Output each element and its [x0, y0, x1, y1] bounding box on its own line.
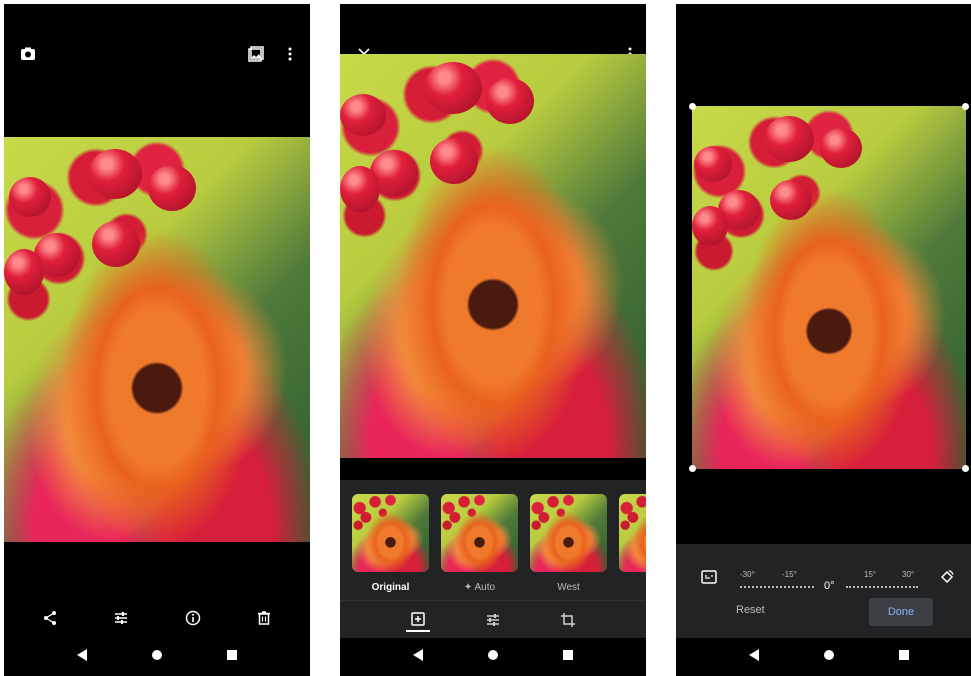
rotation-panel: -30° -15° 0° 15° 30° Reset Done: [676, 544, 971, 638]
rotation-dial-left[interactable]: [740, 586, 814, 588]
viewer-top-bar: [4, 44, 310, 68]
filter-thumbnail: [530, 494, 607, 572]
back-icon[interactable]: [748, 649, 759, 661]
filter-auto[interactable]: ✦ Auto: [441, 494, 518, 593]
screen-photo-viewer: [4, 4, 310, 676]
crop-rotate-tool-icon[interactable]: [556, 608, 580, 632]
edit-adjust-icon[interactable]: [109, 606, 133, 630]
filter-thumbnail: [441, 494, 518, 572]
rotation-tick: -15°: [782, 570, 797, 579]
camera-switch-icon[interactable]: [18, 44, 38, 64]
recents-icon[interactable]: [227, 650, 238, 660]
filter-label: Original: [371, 582, 410, 593]
share-icon[interactable]: [38, 606, 62, 630]
system-nav-bar: [340, 634, 646, 676]
delete-icon[interactable]: [252, 606, 276, 630]
gallery-icon[interactable]: [246, 44, 266, 64]
home-icon[interactable]: [151, 650, 162, 660]
back-icon[interactable]: [412, 649, 423, 661]
editor-tool-bar: [340, 600, 646, 638]
rotation-value: 0°: [824, 580, 835, 592]
filter-label: Auto: [474, 582, 496, 593]
filter-original[interactable]: Original: [352, 494, 429, 593]
reset-button[interactable]: Reset: [736, 604, 765, 616]
editor-photo-preview: [340, 54, 646, 458]
sparkle-icon: ✦: [463, 582, 475, 593]
aspect-ratio-icon[interactable]: [700, 568, 718, 586]
more-vert-icon[interactable]: [282, 44, 298, 64]
filter-strip: Original ✦ Auto West: [340, 480, 646, 600]
home-icon[interactable]: [823, 650, 834, 660]
crop-frame[interactable]: [689, 103, 969, 472]
system-nav-bar: [4, 634, 310, 676]
screen-crop-rotate: -30° -15° 0° 15° 30° Reset Done: [676, 4, 971, 676]
crop-photo: [692, 106, 966, 469]
filters-tool-icon[interactable]: [405, 608, 430, 632]
filter-label: West: [557, 582, 580, 593]
filter-thumbnail: [619, 494, 646, 572]
rotate-icon[interactable]: [938, 568, 956, 586]
rotation-tick: 15°: [864, 570, 877, 579]
rotation-dial-right[interactable]: [846, 586, 918, 588]
crop-handle-top-right[interactable]: [962, 103, 969, 110]
home-icon[interactable]: [487, 650, 498, 660]
crop-handle-bottom-right[interactable]: [962, 465, 969, 472]
filter-partial[interactable]: [619, 494, 646, 593]
filter-thumbnail: [352, 494, 429, 572]
done-button[interactable]: Done: [869, 598, 933, 626]
recents-icon[interactable]: [899, 650, 910, 660]
viewer-action-bar: [4, 606, 310, 630]
adjust-tool-icon[interactable]: [481, 608, 505, 632]
filter-west[interactable]: West: [530, 494, 607, 593]
rotation-tick: 30°: [902, 570, 915, 579]
back-icon[interactable]: [76, 649, 87, 661]
recents-icon[interactable]: [563, 650, 574, 660]
screen-photo-editor: Original ✦ Auto West: [340, 4, 646, 676]
info-icon[interactable]: [181, 606, 205, 630]
system-nav-bar: [676, 634, 971, 676]
crop-handle-top-left[interactable]: [689, 103, 696, 110]
main-photo: [4, 137, 310, 542]
rotation-tick: -30°: [740, 570, 755, 579]
crop-handle-bottom-left[interactable]: [689, 465, 696, 472]
